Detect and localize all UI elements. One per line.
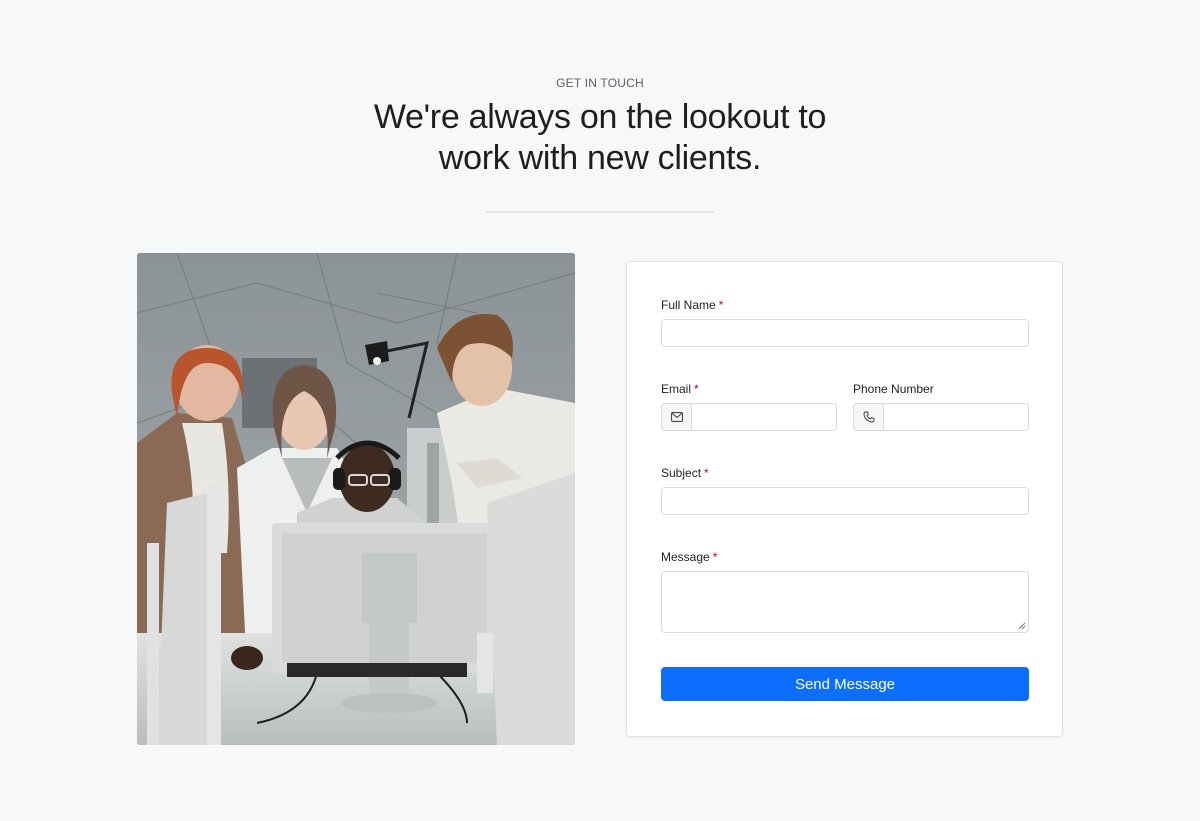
- resize-grip-icon[interactable]: [1018, 622, 1026, 630]
- email-input[interactable]: [692, 404, 836, 430]
- subject-field: [661, 487, 1029, 515]
- subject-label-text: Subject: [661, 466, 702, 480]
- team-photo: [137, 253, 575, 745]
- team-office-illustration: [137, 253, 575, 745]
- section-eyebrow: GET IN TOUCH: [556, 76, 644, 90]
- email-label-text: Email: [661, 382, 692, 396]
- phone-label: Phone Number: [853, 382, 934, 396]
- phone-input-wrap: [884, 404, 1028, 430]
- full-name-label: Full Name *: [661, 298, 723, 312]
- subject-input[interactable]: [662, 488, 1028, 514]
- message-textarea[interactable]: [662, 572, 1028, 632]
- email-input-wrap: [692, 404, 836, 430]
- message-label-text: Message: [661, 550, 710, 564]
- message-label: Message *: [661, 550, 717, 564]
- headline-line-2: work with new clients.: [438, 139, 762, 177]
- email-field: [661, 403, 837, 431]
- contact-form: Full Name * Email * Phone Number Subject…: [626, 261, 1063, 737]
- phone-label-text: Phone Number: [853, 382, 934, 396]
- phone-field: [853, 403, 1029, 431]
- envelope-icon: [662, 404, 692, 430]
- email-label: Email *: [661, 382, 699, 396]
- phone-input[interactable]: [884, 404, 1028, 430]
- message-field: [661, 571, 1029, 633]
- required-mark: *: [712, 550, 718, 564]
- section-headline: We're always on the lookout to work with…: [300, 97, 900, 179]
- required-mark: *: [704, 466, 709, 480]
- full-name-input[interactable]: [662, 320, 1028, 346]
- send-message-button[interactable]: Send Message: [661, 667, 1029, 701]
- full-name-label-text: Full Name: [661, 298, 716, 312]
- subject-label: Subject *: [661, 466, 709, 480]
- required-mark: *: [718, 298, 724, 312]
- phone-icon: [854, 404, 884, 430]
- headline-line-1: We're always on the lookout to: [373, 98, 827, 136]
- full-name-field: [661, 319, 1029, 347]
- required-mark: *: [694, 382, 699, 396]
- headline-divider: [486, 211, 714, 213]
